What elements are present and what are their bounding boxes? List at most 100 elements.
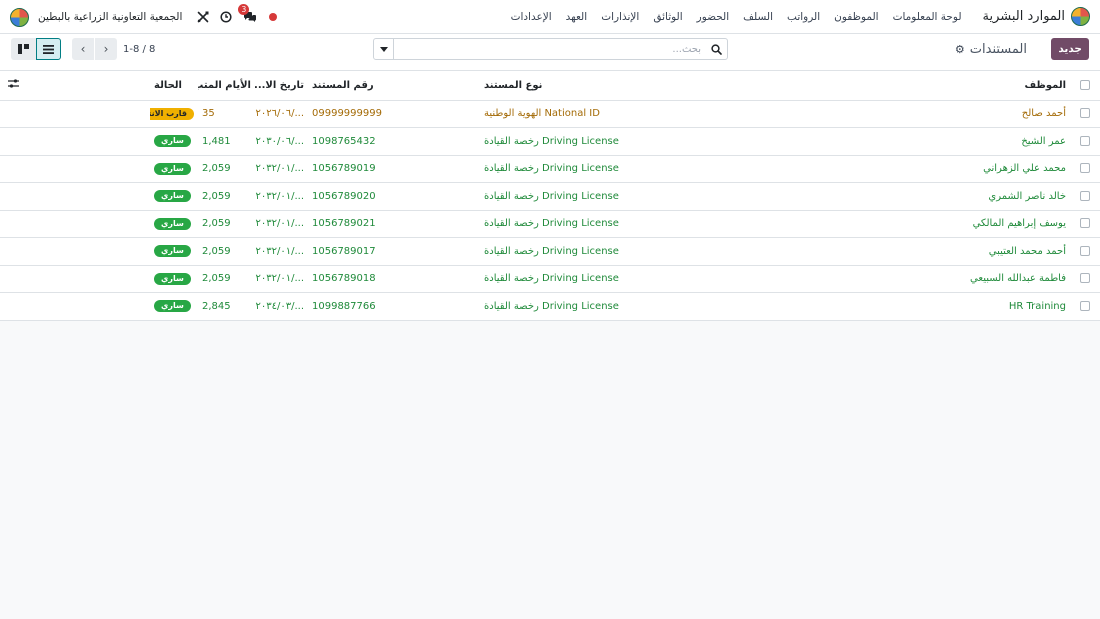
cell-doc-type[interactable]: Driving License رخصة القيادة bbox=[480, 127, 810, 156]
kanban-view-icon[interactable] bbox=[11, 38, 36, 60]
chevron-right-icon[interactable]: › bbox=[95, 38, 117, 60]
clock-icon[interactable] bbox=[219, 10, 233, 24]
menu-item-attendance[interactable]: الحضور bbox=[690, 11, 737, 23]
cell-remaining-days[interactable]: 2,059 bbox=[198, 210, 255, 238]
row-checkbox[interactable] bbox=[1070, 210, 1100, 238]
cell-employee[interactable]: فاطمة عبدالله السبيعي bbox=[810, 265, 1070, 293]
cell-expiry-date[interactable]: ٢٠٣٢/٠١/... bbox=[255, 210, 308, 238]
menu-item-loans[interactable]: السلف bbox=[736, 11, 780, 23]
menu-item-settings[interactable]: الإعدادات bbox=[504, 11, 559, 23]
cell-expiry-date[interactable]: ٢٠٢٦/٠٦/... bbox=[255, 100, 308, 128]
cell-status[interactable]: ساري bbox=[150, 210, 198, 238]
cell-doc-number[interactable]: 1056789020 bbox=[308, 182, 480, 211]
list-view-icon[interactable] bbox=[36, 38, 61, 60]
cell-expiry-date[interactable]: ٢٠٣٢/٠١/... bbox=[255, 182, 308, 211]
cell-employee[interactable]: عمر الشيخ bbox=[810, 127, 1070, 156]
cell-remaining-days[interactable]: 2,059 bbox=[198, 237, 255, 266]
row-checkbox[interactable] bbox=[1070, 182, 1100, 211]
menu-item-dashboard[interactable]: لوحة المعلومات bbox=[886, 11, 969, 23]
cell-status[interactable]: قارب الانتهاء bbox=[150, 100, 198, 128]
cell-doc-type[interactable]: Driving License رخصة القيادة bbox=[480, 237, 810, 266]
cell-doc-number[interactable]: 1056789019 bbox=[308, 155, 480, 183]
chat-icon[interactable]: 3 bbox=[238, 4, 257, 24]
cell-remaining-days[interactable]: 2,845 bbox=[198, 292, 255, 321]
table-row[interactable]: يوسف إبراهيم المالكي Driving License رخصة… bbox=[0, 210, 1100, 238]
header-expiry-date[interactable]: تاريخ الا... bbox=[255, 71, 308, 101]
cell-expiry-date[interactable]: ٢٠٣٢/٠١/... bbox=[255, 155, 308, 183]
gear-icon[interactable]: ⚙ bbox=[955, 43, 965, 56]
row-checkbox[interactable] bbox=[1070, 265, 1100, 293]
cell-employee[interactable]: أحمد محمد العتيبي bbox=[810, 237, 1070, 266]
pager-value[interactable]: 1-8 / 8 bbox=[123, 44, 155, 55]
cell-doc-number[interactable]: 1098765432 bbox=[308, 127, 480, 156]
table-row[interactable]: HR Training Driving License رخصة القيادة 1… bbox=[0, 292, 1100, 321]
search-icon[interactable] bbox=[705, 43, 727, 55]
cell-doc-type[interactable]: National ID الهوية الوطنية bbox=[480, 100, 810, 128]
cell-status[interactable]: ساري bbox=[150, 292, 198, 321]
company-name[interactable]: الجمعية التعاونية الزراعية بالبطين bbox=[38, 11, 182, 23]
app-title[interactable]: الموارد البشرية bbox=[983, 9, 1065, 24]
cell-doc-type[interactable]: Driving License رخصة القيادة bbox=[480, 182, 810, 211]
cell-remaining-days[interactable]: 2,059 bbox=[198, 265, 255, 293]
cell-expiry-date[interactable]: ٢٠٣٢/٠١/... bbox=[255, 237, 308, 266]
tools-icon[interactable] bbox=[196, 10, 210, 24]
cell-status[interactable]: ساري bbox=[150, 265, 198, 293]
expiry-date-value: ٢٠٣٠/٠٦/... bbox=[255, 135, 304, 147]
row-checkbox[interactable] bbox=[1070, 100, 1100, 128]
row-checkbox[interactable] bbox=[1070, 292, 1100, 321]
cell-status[interactable]: ساري bbox=[150, 237, 198, 266]
cell-expiry-date[interactable]: ٢٠٣٢/٠١/... bbox=[255, 265, 308, 293]
table-row[interactable]: أحمد صالح National ID الهوية الوطنية 09999… bbox=[0, 100, 1100, 128]
cell-doc-type[interactable]: Driving License رخصة القيادة bbox=[480, 292, 810, 321]
row-checkbox[interactable] bbox=[1070, 155, 1100, 183]
select-all-checkbox[interactable] bbox=[1070, 71, 1100, 101]
status-dot[interactable] bbox=[269, 13, 278, 21]
cell-doc-type[interactable]: Driving License رخصة القيادة bbox=[480, 210, 810, 238]
cell-employee[interactable]: يوسف إبراهيم المالكي bbox=[810, 210, 1070, 238]
cell-remaining-days[interactable]: 1,481 bbox=[198, 127, 255, 156]
cell-doc-type[interactable]: Driving License رخصة القيادة bbox=[480, 265, 810, 293]
menu-item-payroll[interactable]: الرواتب bbox=[780, 11, 827, 23]
app-logo-icon[interactable] bbox=[1071, 7, 1090, 26]
cell-remaining-days[interactable]: 2,059 bbox=[198, 182, 255, 211]
cell-status[interactable]: ساري bbox=[150, 182, 198, 211]
header-doc-type[interactable]: نوع المستند bbox=[480, 71, 810, 101]
row-checkbox[interactable] bbox=[1070, 127, 1100, 156]
search-input[interactable] bbox=[394, 43, 705, 55]
table-row[interactable]: أحمد محمد العتيبي Driving License رخصة ال… bbox=[0, 237, 1100, 266]
new-button[interactable]: جديد bbox=[1051, 38, 1089, 60]
column-options-icon[interactable] bbox=[0, 71, 150, 101]
header-doc-number[interactable]: رقم المستند bbox=[308, 71, 480, 101]
cell-doc-number[interactable]: 1056789021 bbox=[308, 210, 480, 238]
menu-item-employees[interactable]: الموظفون bbox=[827, 11, 885, 23]
cell-remaining-days[interactable]: 2,059 bbox=[198, 155, 255, 183]
menu-item-documents[interactable]: الوثائق bbox=[646, 11, 689, 23]
caret-down-icon[interactable] bbox=[374, 39, 394, 59]
company-logo-icon[interactable] bbox=[10, 7, 29, 27]
cell-remaining-days[interactable]: 35 bbox=[198, 100, 255, 128]
cell-expiry-date[interactable]: ٢٠٣٤/٠٣/... bbox=[255, 292, 308, 321]
cell-doc-number[interactable]: 1099887766 bbox=[308, 292, 480, 321]
cell-employee[interactable]: أحمد صالح bbox=[810, 100, 1070, 128]
table-row[interactable]: محمد علي الزهراني Driving License رخصة ال… bbox=[0, 155, 1100, 183]
menu-item-warnings[interactable]: الإنذارات bbox=[594, 11, 646, 23]
table-row[interactable]: عمر الشيخ Driving License رخصة القيادة 109… bbox=[0, 127, 1100, 156]
cell-status[interactable]: ساري bbox=[150, 127, 198, 156]
cell-expiry-date[interactable]: ٢٠٣٠/٠٦/... bbox=[255, 127, 308, 156]
menu-item-custody[interactable]: العهد bbox=[559, 11, 595, 23]
cell-doc-number[interactable]: 1056789017 bbox=[308, 237, 480, 266]
table-row[interactable]: خالد ناصر الشمري Driving License رخصة الق… bbox=[0, 182, 1100, 211]
table-row[interactable]: فاطمة عبدالله السبيعي Driving License رخص… bbox=[0, 265, 1100, 293]
cell-employee[interactable]: HR Training bbox=[810, 292, 1070, 321]
cell-employee[interactable]: محمد علي الزهراني bbox=[810, 155, 1070, 183]
cell-doc-number[interactable]: 09999999999 bbox=[308, 100, 480, 128]
cell-status[interactable]: ساري bbox=[150, 155, 198, 183]
cell-employee[interactable]: خالد ناصر الشمري bbox=[810, 182, 1070, 211]
cell-doc-type[interactable]: Driving License رخصة القيادة bbox=[480, 155, 810, 183]
header-employee[interactable]: الموظف bbox=[810, 71, 1070, 101]
row-checkbox[interactable] bbox=[1070, 237, 1100, 266]
header-status[interactable]: الحالة bbox=[150, 71, 198, 101]
chevron-left-icon[interactable]: ‹ bbox=[72, 38, 94, 60]
header-remaining-days[interactable]: الأيام المتب... bbox=[198, 71, 255, 101]
cell-doc-number[interactable]: 1056789018 bbox=[308, 265, 480, 293]
